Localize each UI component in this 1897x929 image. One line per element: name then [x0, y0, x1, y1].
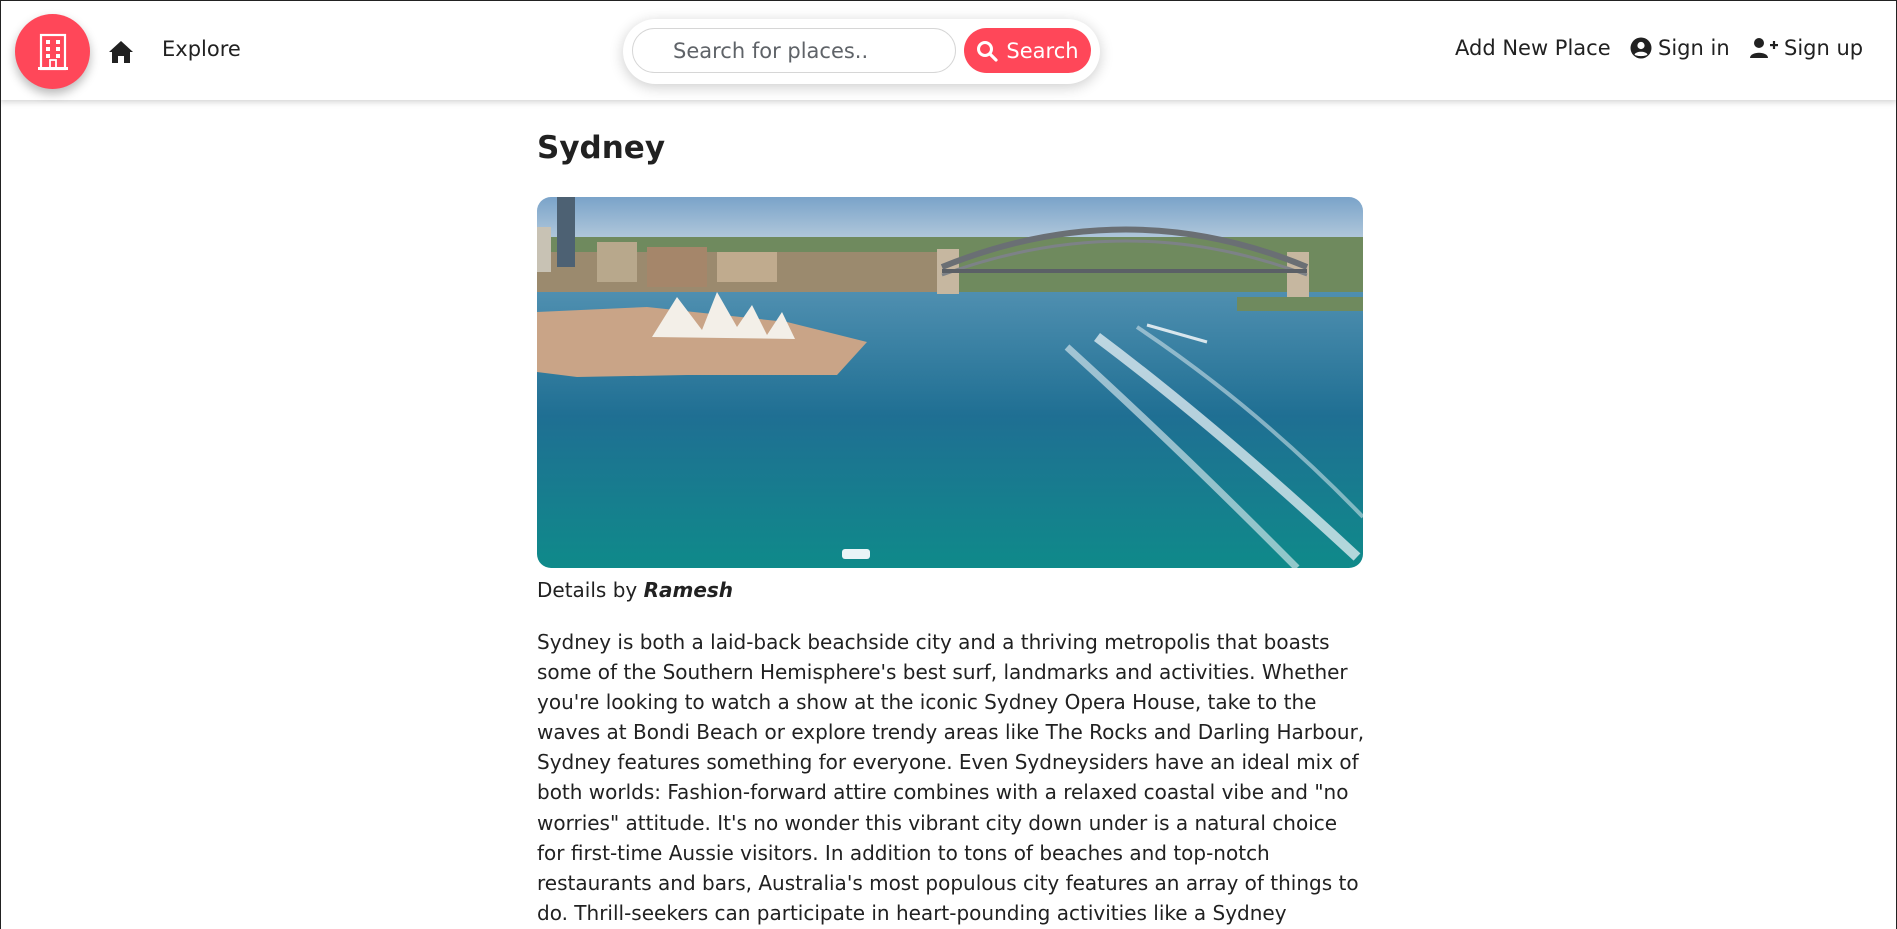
home-icon	[109, 41, 133, 63]
author-name: Ramesh	[643, 578, 734, 602]
place-title: Sydney	[537, 130, 666, 166]
sign-in-label: Sign in	[1658, 36, 1730, 60]
sign-up-link[interactable]: Sign up	[1750, 36, 1863, 60]
details-line: Details by Ramesh	[537, 578, 733, 602]
search-bar: Search	[623, 19, 1100, 84]
user-circle-icon	[1630, 37, 1652, 59]
place-description: Sydney is both a laid-back beachside cit…	[537, 630, 1365, 925]
search-button[interactable]: Search	[964, 28, 1091, 73]
sydney-harbour-image	[537, 197, 1363, 568]
add-new-place-link[interactable]: Add New Place	[1455, 36, 1611, 60]
search-input[interactable]	[632, 28, 956, 73]
sign-up-label: Sign up	[1784, 36, 1864, 60]
place-image	[537, 197, 1363, 568]
search-icon	[977, 40, 999, 62]
details-prefix: Details by	[537, 578, 638, 602]
explore-link[interactable]: Explore	[162, 37, 241, 61]
brand-logo-button[interactable]	[15, 14, 90, 89]
navbar: Explore Search Add New Place Sign in Sig…	[0, 0, 1897, 100]
sign-in-link[interactable]: Sign in	[1630, 36, 1730, 60]
home-link[interactable]	[107, 38, 135, 66]
user-plus-icon	[1750, 38, 1778, 58]
search-button-label: Search	[1006, 38, 1079, 63]
add-new-place-label: Add New Place	[1455, 36, 1611, 60]
building-logo-icon	[37, 33, 68, 70]
